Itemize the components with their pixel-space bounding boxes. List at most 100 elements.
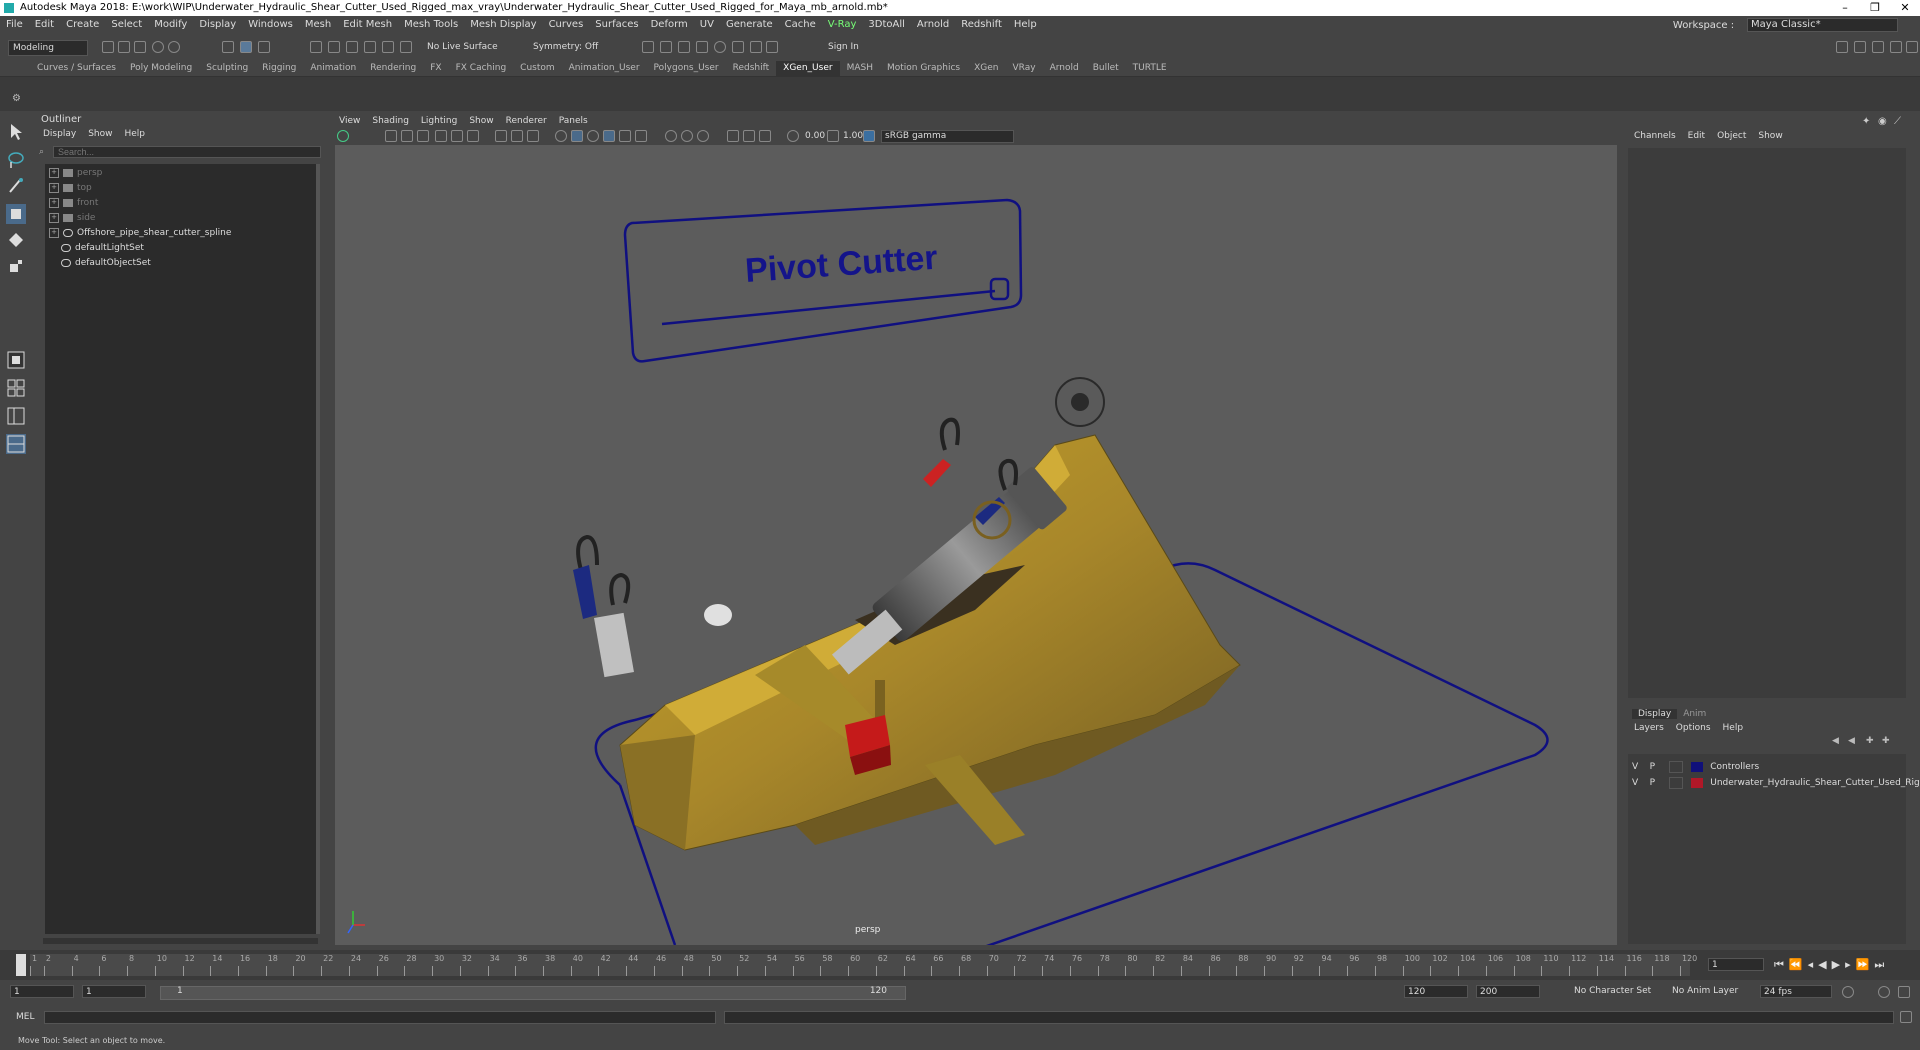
- menu-help[interactable]: Help: [1008, 16, 1043, 33]
- outliner-item-top[interactable]: + top: [49, 181, 92, 195]
- auto-key-icon[interactable]: [1878, 986, 1890, 998]
- layer-name[interactable]: Controllers: [1710, 762, 1759, 772]
- paint-select-tool-icon[interactable]: [6, 176, 26, 196]
- time-slider-track[interactable]: 1 2 4 6 8 10 12 14 16 18 20 22 24 26 28 30 32 34 36 38 40 42 4…: [16, 954, 1697, 976]
- attribute-editor-icon[interactable]: [1854, 41, 1866, 53]
- pivot-cutter-controller[interactable]: Pivot Cutter: [623, 198, 1023, 363]
- menu-modify[interactable]: Modify: [148, 16, 193, 33]
- menu-arnold[interactable]: Arnold: [911, 16, 955, 33]
- shelf-tab-redshift[interactable]: Redshift: [726, 61, 777, 76]
- shelf-tab-polygons-user[interactable]: Polygons_User: [647, 61, 726, 76]
- channel-box-options-icon[interactable]: ✦: [1862, 116, 1874, 128]
- step-back-key-icon[interactable]: ⏪: [1789, 958, 1808, 971]
- character-set-dropdown[interactable]: No Character Set: [1574, 986, 1651, 996]
- hypershade-icon[interactable]: [714, 41, 726, 53]
- menu-surfaces[interactable]: Surfaces: [589, 16, 644, 33]
- render-frame-icon[interactable]: [642, 41, 654, 53]
- anti-aliasing-icon[interactable]: [635, 130, 647, 142]
- outliner-horizontal-scrollbar[interactable]: [43, 938, 318, 944]
- layer-tab-display[interactable]: Display: [1632, 709, 1678, 719]
- step-back-frame-icon[interactable]: ◂: [1808, 958, 1819, 971]
- range-slider-bar[interactable]: 1 120: [160, 986, 906, 1000]
- select-object-icon[interactable]: [240, 41, 252, 53]
- command-language-toggle[interactable]: MEL: [16, 1012, 34, 1022]
- outliner-item-default-light-set[interactable]: defaultLightSet: [61, 241, 144, 255]
- play-backwards-icon[interactable]: ◀: [1818, 958, 1831, 971]
- layer-visibility-toggle[interactable]: V: [1632, 762, 1638, 772]
- shelf-tab-custom[interactable]: Custom: [513, 61, 561, 76]
- outliner-item-default-object-set[interactable]: defaultObjectSet: [61, 256, 151, 270]
- graph-layout-icon[interactable]: [6, 434, 26, 454]
- go-to-start-icon[interactable]: ⏮: [1774, 958, 1789, 971]
- color-space-dropdown[interactable]: sRGB gamma: [881, 130, 1014, 143]
- new-layer-selected-icon[interactable]: ✚: [1882, 736, 1894, 748]
- gamma-field[interactable]: 1.00: [843, 131, 863, 141]
- menu-cache[interactable]: Cache: [779, 16, 822, 33]
- viewport-menu-renderer[interactable]: Renderer: [506, 116, 547, 126]
- wireframe-icon[interactable]: [495, 130, 507, 142]
- expand-icon[interactable]: +: [49, 212, 59, 223]
- expand-icon[interactable]: +: [49, 167, 59, 178]
- select-camera-icon[interactable]: [337, 130, 349, 142]
- outliner-item-shear-cutter-spline[interactable]: + Offshore_pipe_shear_cutter_spline: [49, 226, 231, 240]
- menu-mesh[interactable]: Mesh: [299, 16, 337, 33]
- layer-menu-help[interactable]: Help: [1723, 723, 1744, 733]
- layer-visibility-toggle[interactable]: V: [1632, 778, 1638, 788]
- resolution-gate-icon[interactable]: [467, 130, 479, 142]
- four-view-layout-icon[interactable]: [6, 378, 26, 398]
- menu-uv[interactable]: UV: [694, 16, 720, 33]
- viewport-menu-lighting[interactable]: Lighting: [421, 116, 457, 126]
- gate-mask-icon[interactable]: [727, 130, 739, 142]
- exposure-field[interactable]: 0.00: [805, 131, 825, 141]
- shelf-settings-icon[interactable]: ⚙: [12, 93, 24, 105]
- snap-plane-icon[interactable]: [364, 41, 376, 53]
- shelf-tab-xgen[interactable]: XGen: [967, 61, 1005, 76]
- outliner-item-front[interactable]: + front: [49, 196, 98, 210]
- menu-mesh-tools[interactable]: Mesh Tools: [398, 16, 464, 33]
- play-forwards-icon[interactable]: ▶: [1832, 958, 1845, 971]
- outliner-layout-icon[interactable]: [6, 406, 26, 426]
- menu-select[interactable]: Select: [105, 16, 148, 33]
- shelf-tab-rendering[interactable]: Rendering: [363, 61, 423, 76]
- bookmarks-icon[interactable]: [401, 130, 413, 142]
- select-tool-icon[interactable]: [6, 122, 26, 142]
- outliner-toggle-icon[interactable]: [1906, 41, 1918, 53]
- camera-attributes-icon[interactable]: [385, 130, 397, 142]
- isolate-select-icon[interactable]: [665, 130, 677, 142]
- pause-viewport-icon[interactable]: [766, 41, 778, 53]
- image-plane-icon[interactable]: [417, 130, 429, 142]
- viewport-menu-panels[interactable]: Panels: [559, 116, 588, 126]
- current-time-marker[interactable]: [16, 954, 26, 976]
- color-management-icon[interactable]: [863, 130, 875, 142]
- grid-icon[interactable]: [435, 130, 447, 142]
- scene-render[interactable]: Pivot Cutter: [335, 145, 1617, 987]
- layer-name[interactable]: Underwater_Hydraulic_Shear_Cutter_Used_R…: [1710, 778, 1920, 788]
- menu-windows[interactable]: Windows: [242, 16, 299, 33]
- menu-display[interactable]: Display: [193, 16, 242, 33]
- shelf-tab-curves-surfaces[interactable]: Curves / Surfaces: [30, 61, 123, 76]
- channel-menu-channels[interactable]: Channels: [1634, 131, 1676, 141]
- menu-edit[interactable]: Edit: [29, 16, 60, 33]
- channel-box-pin-icon[interactable]: ⟋: [1894, 116, 1906, 128]
- move-layer-up-icon[interactable]: ◀: [1832, 736, 1844, 748]
- symmetry-dropdown[interactable]: Symmetry: Off: [533, 42, 598, 52]
- xray-icon[interactable]: [681, 130, 693, 142]
- expand-icon[interactable]: +: [49, 182, 59, 193]
- shelf-tab-bullet[interactable]: Bullet: [1086, 61, 1126, 76]
- animation-prefs-icon[interactable]: [1898, 986, 1910, 998]
- menu-redshift[interactable]: Redshift: [955, 16, 1008, 33]
- channel-box-toggle-icon[interactable]: [1890, 41, 1902, 53]
- rotate-tool-icon[interactable]: [6, 230, 26, 250]
- undo-icon[interactable]: [152, 41, 164, 53]
- script-editor-icon[interactable]: [1900, 1011, 1912, 1023]
- expand-icon[interactable]: +: [49, 227, 59, 238]
- viewport-menu-show[interactable]: Show: [469, 116, 493, 126]
- shelf-tab-fx-caching[interactable]: FX Caching: [449, 61, 514, 76]
- new-scene-icon[interactable]: [102, 41, 114, 53]
- render-sequence-icon[interactable]: [660, 41, 672, 53]
- motion-blur-icon[interactable]: [619, 130, 631, 142]
- move-layer-down-icon[interactable]: ◀: [1848, 736, 1860, 748]
- playback-start-field[interactable]: 1: [82, 985, 146, 998]
- menu-deform[interactable]: Deform: [645, 16, 694, 33]
- safe-title-icon[interactable]: [759, 130, 771, 142]
